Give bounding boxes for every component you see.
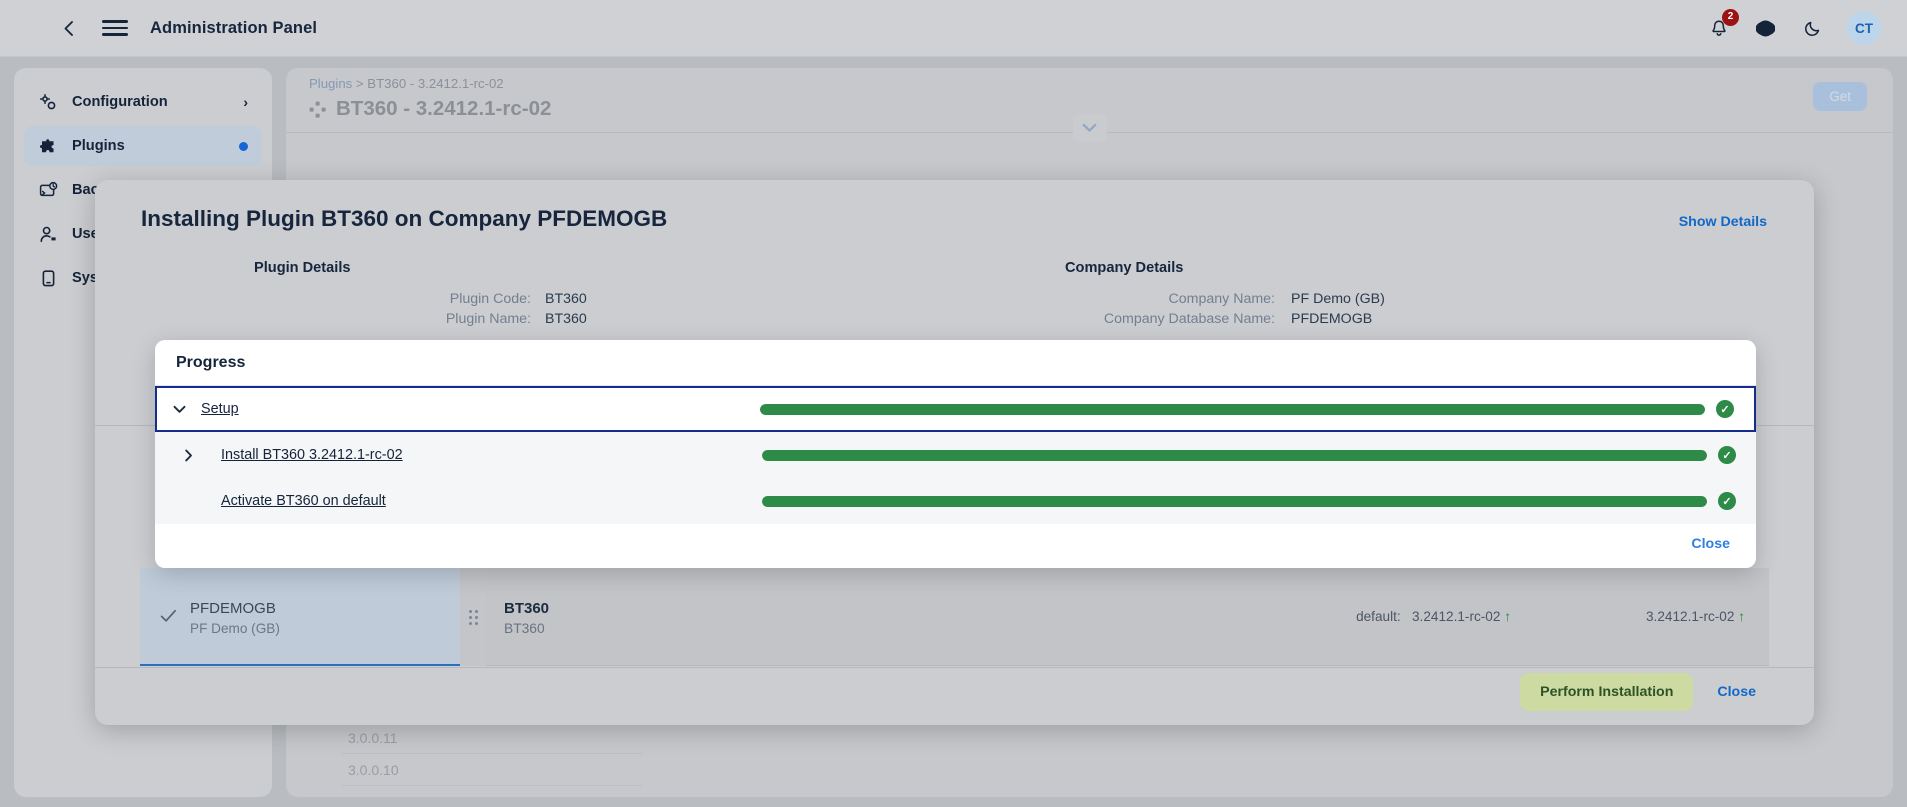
sidebar-item-configuration[interactable]: Configuration › [24, 82, 262, 122]
progress-row-setup[interactable]: Setup ✓ [155, 386, 1756, 432]
moon-icon[interactable] [1800, 16, 1825, 41]
breadcrumb-current: BT360 - 3.2412.1-rc-02 [367, 76, 504, 91]
perform-installation-button[interactable]: Perform Installation [1520, 673, 1694, 711]
company-code: PFDEMOGB [190, 599, 276, 617]
company-db-label: Company Database Name: [1103, 311, 1275, 327]
progress-rows: Setup ✓ Install BT360 3.2412.1-rc-02 ✓ A… [155, 386, 1756, 524]
breadcrumb: Plugins > BT360 - 3.2412.1-rc-02 [309, 76, 504, 91]
show-details-link[interactable]: Show Details [1679, 214, 1767, 230]
gears-icon [38, 92, 59, 113]
company-name-row: Company Name: [795, 291, 1275, 307]
company-name-label: Company Name: [1168, 291, 1275, 307]
chevron-down-icon[interactable] [1072, 114, 1107, 142]
default-version: 3.2412.1-rc-02 [1412, 609, 1501, 624]
content-page-title: BT360 - 3.2412.1-rc-02 [309, 97, 551, 121]
top-bar: Administration Panel 2 CT [0, 0, 1907, 57]
check-icon [160, 609, 178, 623]
plugin-details-heading: Plugin Details [254, 260, 351, 276]
progress-indicator: ✓ [760, 400, 1734, 418]
progress-close-button[interactable]: Close [1691, 536, 1730, 552]
progress-bar [762, 449, 1707, 461]
company-name-value: PF Demo (GB) [1291, 291, 1385, 307]
back-icon[interactable] [56, 15, 82, 41]
modal-title: Installing Plugin BT360 on Company PFDEM… [141, 206, 668, 231]
puzzle-piece-icon [38, 136, 59, 157]
get-button[interactable]: Get [1813, 82, 1867, 111]
plugin-name: BT360 [504, 620, 545, 636]
plugin-name-row: Plugin Name: [141, 311, 531, 327]
plugin-code-label: Plugin Code: [449, 291, 531, 307]
content-title-text: BT360 - 3.2412.1-rc-02 [336, 97, 552, 120]
page-title: Administration Panel [150, 18, 318, 37]
progress-indicator: ✓ [762, 492, 1736, 510]
notification-badge: 2 [1722, 8, 1739, 26]
sidebar-item-plugins[interactable]: Plugins [24, 126, 262, 166]
available-version-group: 3.2412.1-rc-02 ↑ [1646, 609, 1745, 624]
plugin-code: BT360 [504, 600, 550, 618]
company-selection-text: PFDEMOGB PF Demo (GB) [190, 596, 280, 637]
plugin-name-label: Plugin Name: [445, 311, 531, 327]
globe-icon[interactable] [1753, 16, 1778, 41]
check-circle-icon: ✓ [1718, 492, 1736, 510]
avatar[interactable]: CT [1847, 11, 1881, 45]
company-name: PF Demo (GB) [190, 621, 280, 637]
list-item: 3.0.0.10 [342, 754, 642, 786]
chevron-right-icon: › [243, 94, 248, 110]
plugin-name-value: BT360 [545, 311, 587, 327]
progress-row-label[interactable]: Setup [201, 401, 239, 417]
check-circle-icon: ✓ [1716, 400, 1734, 418]
company-details-heading: Company Details [1065, 260, 1184, 276]
progress-bar [762, 495, 1707, 507]
plugin-code-value-wrap: BT360 [545, 291, 587, 307]
hamburger-menu-icon[interactable] [102, 15, 128, 41]
user-icon [38, 224, 59, 245]
plugin-code-row: Plugin Code: [141, 291, 531, 307]
available-version: 3.2412.1-rc-02 [1646, 609, 1735, 624]
plugin-code-value: BT360 [545, 291, 587, 307]
modal-close-button[interactable]: Close [1701, 673, 1772, 711]
company-db-value: PFDEMOGB [1291, 311, 1373, 327]
arrow-up-icon: ↑ [1504, 609, 1511, 624]
plugin-grid-icon [309, 101, 326, 118]
breadcrumb-link-plugins[interactable]: Plugins [309, 76, 352, 91]
company-db-row: Company Database Name: [795, 311, 1275, 327]
progress-row-install[interactable]: Install BT360 3.2412.1-rc-02 ✓ [155, 432, 1756, 478]
plugin-selection-text: BT360 BT360 [504, 597, 549, 635]
list-item: 3.0.0.11 [342, 722, 642, 754]
modal-footer: Perform Installation Close [95, 659, 1814, 725]
sidebar-item-label: Plugins [72, 138, 125, 154]
default-label: default: [1356, 609, 1401, 624]
selection-panel: PFDEMOGB PF Demo (GB) BT360 BT360 defaul… [140, 568, 1769, 666]
progress-row-activate[interactable]: Activate BT360 on default ✓ [155, 478, 1756, 524]
arrow-up-icon: ↑ [1738, 609, 1745, 624]
default-version-group: default: 3.2412.1-rc-02 ↑ [1356, 609, 1511, 624]
check-circle-icon: ✓ [1718, 446, 1736, 464]
company-name-value-wrap: PF Demo (GB) [1291, 291, 1385, 307]
chevron-down-icon[interactable] [157, 405, 201, 414]
progress-bar [760, 403, 1705, 415]
drag-handle-icon[interactable] [460, 568, 486, 666]
plugin-name-value-wrap: BT360 [545, 311, 587, 327]
plugin-selection-item[interactable]: BT360 BT360 default: 3.2412.1-rc-02 ↑ 3.… [486, 568, 1769, 666]
progress-dialog-title: Progress [155, 340, 1756, 386]
progress-row-label[interactable]: Activate BT360 on default [221, 493, 386, 509]
device-icon [38, 268, 59, 289]
bell-icon[interactable]: 2 [1706, 8, 1739, 41]
progress-dialog: Progress Setup ✓ Install BT360 3.2412.1-… [155, 340, 1756, 568]
background-tasks-icon [38, 180, 59, 201]
topbar-actions: 2 CT [1706, 8, 1881, 45]
breadcrumb-separator: > [352, 76, 368, 91]
sidebar-item-label: Configuration [72, 94, 168, 110]
status-dot [239, 141, 248, 151]
progress-row-label[interactable]: Install BT360 3.2412.1-rc-02 [221, 447, 403, 463]
company-db-value-wrap: PFDEMOGB [1291, 311, 1372, 327]
progress-dialog-footer: Close [155, 520, 1756, 568]
company-selection-item[interactable]: PFDEMOGB PF Demo (GB) [140, 568, 460, 666]
progress-indicator: ✓ [762, 446, 1736, 464]
chevron-right-icon[interactable] [155, 449, 221, 462]
background-version-list: 3.0.0.11 3.0.0.10 [342, 722, 642, 786]
